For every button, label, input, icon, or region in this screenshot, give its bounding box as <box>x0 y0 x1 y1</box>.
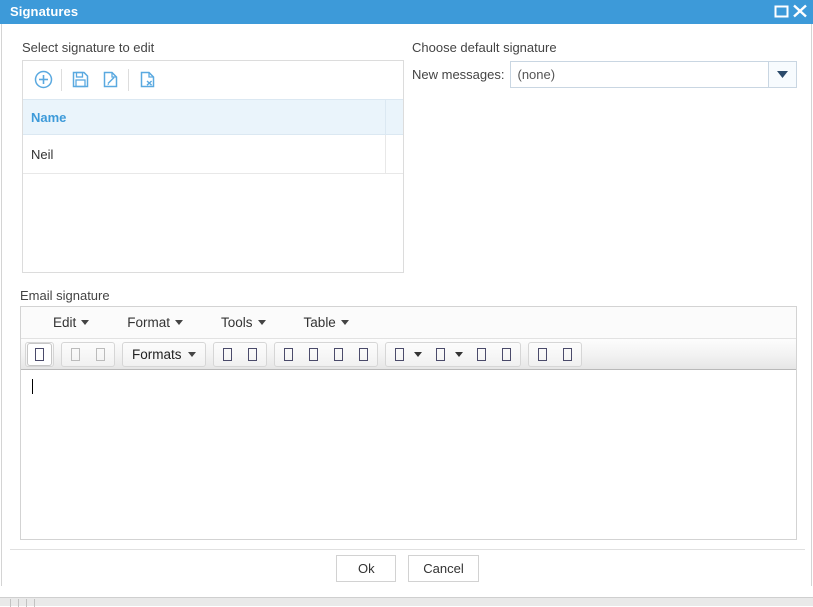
chevron-down-icon <box>81 320 90 325</box>
text-color-button[interactable] <box>387 343 412 366</box>
bottom-scroll-strip[interactable] <box>0 597 813 607</box>
signature-grid: Name Neil <box>23 99 403 272</box>
chevron-down-icon <box>187 351 196 357</box>
numbered-list-button[interactable] <box>494 343 519 366</box>
chevron-down-icon <box>340 320 349 325</box>
formats-group: Formats <box>122 341 206 367</box>
align-left-button[interactable] <box>276 343 301 366</box>
new-messages-label: New messages: <box>412 66 505 82</box>
numbered-list-icon <box>501 347 511 361</box>
bullet-list-button[interactable] <box>469 343 494 366</box>
document-delete-icon <box>140 71 154 88</box>
new-signature-button[interactable] <box>28 65 58 95</box>
save-signature-button[interactable] <box>65 65 95 95</box>
history-group <box>25 341 54 367</box>
redo-button[interactable] <box>63 343 88 366</box>
align-justify-button[interactable] <box>351 343 376 366</box>
window-title: Signatures <box>10 4 79 19</box>
editor-toolbar: Formats <box>21 339 796 370</box>
cancel-button[interactable]: Cancel <box>408 554 479 582</box>
title-bar: Signatures <box>0 0 813 24</box>
insert-group <box>527 341 582 367</box>
text-color-dropdown-icon[interactable] <box>413 351 422 357</box>
align-group <box>273 341 378 367</box>
background-color-button[interactable] <box>428 343 453 366</box>
align-right-icon <box>333 347 343 361</box>
new-messages-value[interactable]: (none) <box>511 61 768 87</box>
new-messages-dropdown-button[interactable] <box>768 61 796 87</box>
menu-table[interactable]: Table <box>294 312 359 333</box>
repeat-icon <box>96 347 105 361</box>
align-right-button[interactable] <box>326 343 351 366</box>
menu-edit-label: Edit <box>53 315 77 330</box>
menu-format[interactable]: Format <box>117 312 193 333</box>
text-caret <box>32 379 33 394</box>
dialog-footer: Ok Cancel <box>2 550 813 586</box>
choose-default-signature-label: Choose default signature <box>412 40 557 55</box>
ok-button[interactable]: Ok <box>336 554 397 582</box>
redo-group <box>61 341 115 367</box>
save-floppy-icon <box>72 71 88 88</box>
signatures-dialog: Signatures Select signature to edit Choo… <box>0 0 813 607</box>
dialog-body: Select signature to edit Choose default … <box>1 24 812 586</box>
insert-link-icon <box>537 347 547 361</box>
table-row[interactable]: Neil <box>23 135 403 174</box>
new-messages-combo[interactable]: (none) <box>510 60 797 88</box>
rename-signature-button[interactable] <box>95 65 125 95</box>
undo-button[interactable] <box>27 342 52 366</box>
maximize-icon[interactable] <box>774 4 789 19</box>
redo-icon <box>71 347 80 361</box>
formats-dropdown[interactable]: Formats <box>124 343 204 366</box>
toolbar-separator <box>128 68 129 91</box>
email-signature-label: Email signature <box>20 288 110 303</box>
undo-icon <box>35 347 44 361</box>
editor-menubar: Edit Format Tools Table <box>21 307 796 339</box>
chevron-down-icon <box>777 70 788 78</box>
menu-tools[interactable]: Tools <box>211 312 276 333</box>
email-signature-editor: Edit Format Tools Table Formats <box>20 306 797 540</box>
emphasis-group <box>212 341 267 367</box>
formats-dropdown-label: Formats <box>132 346 182 362</box>
chevron-down-icon <box>257 320 266 325</box>
delete-signature-button[interactable] <box>132 65 162 95</box>
align-justify-icon <box>358 347 368 361</box>
window-controls <box>774 3 808 19</box>
menu-format-label: Format <box>127 315 171 330</box>
repeat-button[interactable] <box>88 343 113 366</box>
grid-header-row: Name <box>23 99 403 135</box>
document-edit-icon <box>103 71 117 88</box>
signature-list-toolbar <box>23 61 403 98</box>
text-color-icon <box>394 347 404 361</box>
align-left-icon <box>283 347 293 361</box>
editor-content-area[interactable] <box>21 371 796 539</box>
insert-link-button[interactable] <box>530 343 555 366</box>
cell-name: Neil <box>23 135 386 173</box>
grid-row-gutter <box>386 135 403 173</box>
background-color-icon <box>435 347 445 361</box>
italic-icon <box>247 347 257 361</box>
insert-image-button[interactable] <box>555 343 580 366</box>
bold-icon <box>222 347 232 361</box>
insert-image-icon <box>562 347 572 361</box>
close-icon[interactable] <box>792 3 808 19</box>
default-signature-row: New messages: (none) <box>412 60 797 88</box>
select-signature-label: Select signature to edit <box>22 40 155 55</box>
chevron-down-icon <box>175 320 184 325</box>
menu-table-label: Table <box>303 315 336 330</box>
signature-list-panel: Name Neil <box>22 60 404 273</box>
align-center-icon <box>308 347 318 361</box>
grid-header-gutter <box>386 100 403 134</box>
menu-tools-label: Tools <box>221 315 253 330</box>
bullet-list-icon <box>476 347 486 361</box>
toolbar-separator <box>61 68 62 91</box>
bold-button[interactable] <box>215 343 240 366</box>
menu-edit[interactable]: Edit <box>43 312 99 333</box>
align-center-button[interactable] <box>301 343 326 366</box>
italic-button[interactable] <box>240 343 265 366</box>
column-header-name[interactable]: Name <box>23 100 386 134</box>
plus-circle-icon <box>34 70 52 89</box>
background-color-dropdown-icon[interactable] <box>454 351 463 357</box>
color-list-group <box>384 341 521 367</box>
